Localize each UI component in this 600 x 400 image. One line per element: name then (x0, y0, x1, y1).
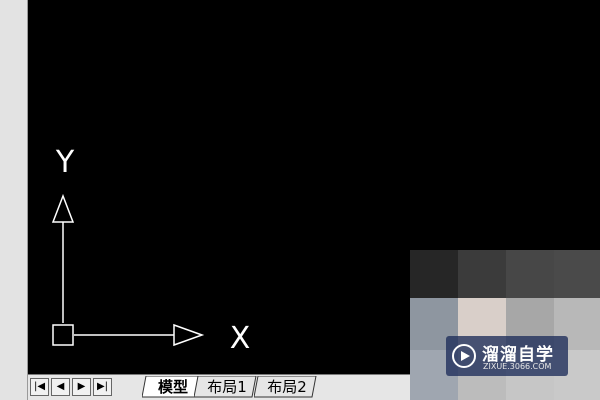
prev-tab-button[interactable]: ◀ (51, 378, 70, 396)
tab-model-label: 模型 (157, 378, 188, 396)
origin-square-icon (52, 324, 74, 346)
first-tab-button[interactable]: |◀ (30, 378, 49, 396)
watermark-badge: 溜溜自学 ZIXUE.3066.COM (446, 336, 568, 376)
pixelated-watermark-area (410, 250, 600, 400)
watermark-site: ZIXUE.3066.COM (483, 362, 552, 371)
tab-navigation: |◀ ◀ ▶ ▶| (30, 378, 112, 396)
left-window-frame (0, 0, 28, 400)
y-axis-label: Y (55, 145, 75, 180)
next-tab-icon: ▶ (77, 381, 86, 392)
tab-layout2[interactable]: 布局2 (254, 376, 320, 398)
next-tab-button[interactable]: ▶ (72, 378, 91, 396)
last-tab-icon: ▶| (96, 381, 109, 392)
tab-layout2-label: 布局2 (267, 378, 307, 396)
x-axis-label: X (230, 321, 251, 356)
prev-tab-icon: ◀ (56, 381, 65, 392)
play-logo-icon (452, 344, 476, 368)
last-tab-button[interactable]: ▶| (93, 378, 112, 396)
tab-layout1-label: 布局1 (207, 378, 247, 396)
first-tab-icon: |◀ (33, 381, 46, 392)
tab-layout1[interactable]: 布局1 (194, 376, 260, 398)
y-arrow-icon (51, 193, 75, 223)
x-arrow-icon (173, 323, 205, 347)
